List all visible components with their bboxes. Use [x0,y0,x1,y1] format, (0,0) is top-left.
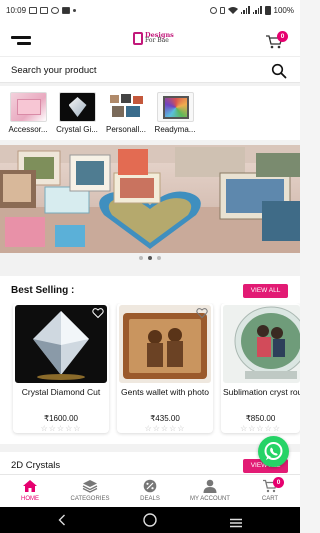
tab-cart-count: 0 [273,477,284,488]
category-crystal-gifts[interactable]: Crystal Gi... [51,92,103,134]
product-name: Gents wallet with photo [121,387,209,397]
category-personalized[interactable]: Personall... [100,92,152,134]
wifi-icon [227,7,238,14]
whatsapp-chat-button[interactable] [258,436,289,467]
tab-label: CATEGORIES [70,496,110,502]
product-card[interactable]: Gents wallet with photo ₹435.00 ☆☆☆☆☆ [117,303,213,433]
crystals-2d-section: 2D Crystals VIEW ALL [0,452,300,474]
system-back-button[interactable] [58,513,66,531]
tab-deals[interactable]: DEALS [120,475,180,508]
logo-line2: For Bae [145,37,169,44]
brand-logo[interactable]: Designs For Bae [133,29,174,47]
recents-icon [230,518,242,528]
more-notifications-icon [73,8,77,12]
header-cart-button[interactable]: 0 [265,31,288,50]
category-label: Crystal Gi... [56,125,98,134]
category-label: Personall... [105,125,147,134]
category-label: Readyma... [154,125,196,134]
app-header: Designs For Bae 0 [0,20,300,56]
category-strip: Accessor... Crystal Gi... Personall... R… [0,86,300,140]
status-bar: 10:09 100% [0,0,300,20]
product-rating-stars: ☆☆☆☆☆ [144,424,186,433]
gallery-icon [40,6,49,14]
banner-dot[interactable] [157,256,161,260]
category-accessories[interactable]: Accessor... [2,92,54,134]
product-rating-stars: ☆☆☆☆☆ [240,424,281,433]
category-thumb [107,92,145,122]
product-price: ₹1600.00 [43,414,78,423]
tab-label: MY ACCOUNT [190,496,230,502]
tab-label: CART [261,496,279,502]
product-price: ₹850.00 [245,414,276,423]
vibrate-icon [219,6,225,14]
search-icon[interactable] [271,63,287,79]
youtube-icon [62,6,71,14]
crystals-2d-title: 2D Crystals [11,460,61,471]
wishlist-heart-icon[interactable] [196,307,208,319]
category-readymade[interactable]: Readyma... [149,92,201,134]
wishlist-heart-icon[interactable] [92,307,104,319]
best-selling-carousel[interactable]: Crystal Diamond Cut ₹1600.00 ☆☆☆☆☆ Gents… [0,303,300,444]
product-card[interactable]: Sublimation cryst round small ₹850.00 ☆☆… [221,303,300,433]
status-time: 10:09 [6,5,27,15]
tab-categories[interactable]: CATEGORIES [60,475,120,508]
system-navigation-bar [0,507,300,533]
category-label: Accessor... [8,125,48,134]
message-icon [29,6,38,14]
alarm-icon [209,6,217,14]
tab-label: DEALS [140,496,160,502]
banner-pagination [0,256,300,262]
product-price: ₹435.00 [150,414,180,423]
status-left: 10:09 [6,5,77,15]
logo-mark [133,31,143,45]
best-selling-view-all-button[interactable]: VIEW ALL [243,284,288,298]
system-home-button[interactable] [143,513,157,532]
tab-home[interactable]: HOME [0,475,60,508]
banner-dot[interactable] [139,256,143,260]
signal-icon-1 [240,6,250,14]
logo-text: Designs For Bae [145,32,174,44]
whatsapp-icon [264,442,283,460]
tab-cart[interactable]: 0 CART [240,475,300,508]
bottom-navigation: HOME CATEGORIES DEALS MY ACCOUNT 0 CART [0,474,300,507]
tab-my-account[interactable]: MY ACCOUNT [180,475,240,508]
product-image [223,305,300,383]
best-selling-title: Best Selling : [11,285,75,296]
home-icon [23,480,37,492]
banner-image [0,145,300,253]
back-chevron-icon [58,514,65,526]
hamburger-menu-icon[interactable] [11,36,31,46]
best-selling-section: Best Selling : VIEW ALL Crystal Diamond … [0,276,300,444]
discount-icon [143,479,157,493]
category-thumb [58,92,96,122]
user-icon [203,479,217,493]
banner-dot-active[interactable] [148,256,152,260]
notification-icon [51,6,60,14]
search-bar[interactable]: Search your product [0,56,300,83]
tab-label: HOME [21,496,39,502]
system-recents-button[interactable] [229,515,243,533]
category-thumb [156,92,194,122]
product-rating-stars: ☆☆☆☆☆ [40,424,82,433]
product-name: Sublimation cryst round small [223,387,300,397]
category-thumb [9,92,47,122]
promo-banner-carousel[interactable] [0,145,300,253]
product-name: Crystal Diamond Cut [21,387,101,397]
product-card[interactable]: Crystal Diamond Cut ₹1600.00 ☆☆☆☆☆ [13,303,109,433]
signal-icon-2 [252,6,262,14]
status-right: 100% [209,5,294,15]
header-cart-count: 0 [277,31,288,42]
search-placeholder: Search your product [11,65,97,76]
layers-icon [82,480,98,493]
home-circle-icon [143,513,157,527]
battery-level: 100% [273,5,294,15]
battery-icon [264,5,271,15]
app-screen: 10:09 100% Designs For Bae 0 Search your… [0,0,300,533]
